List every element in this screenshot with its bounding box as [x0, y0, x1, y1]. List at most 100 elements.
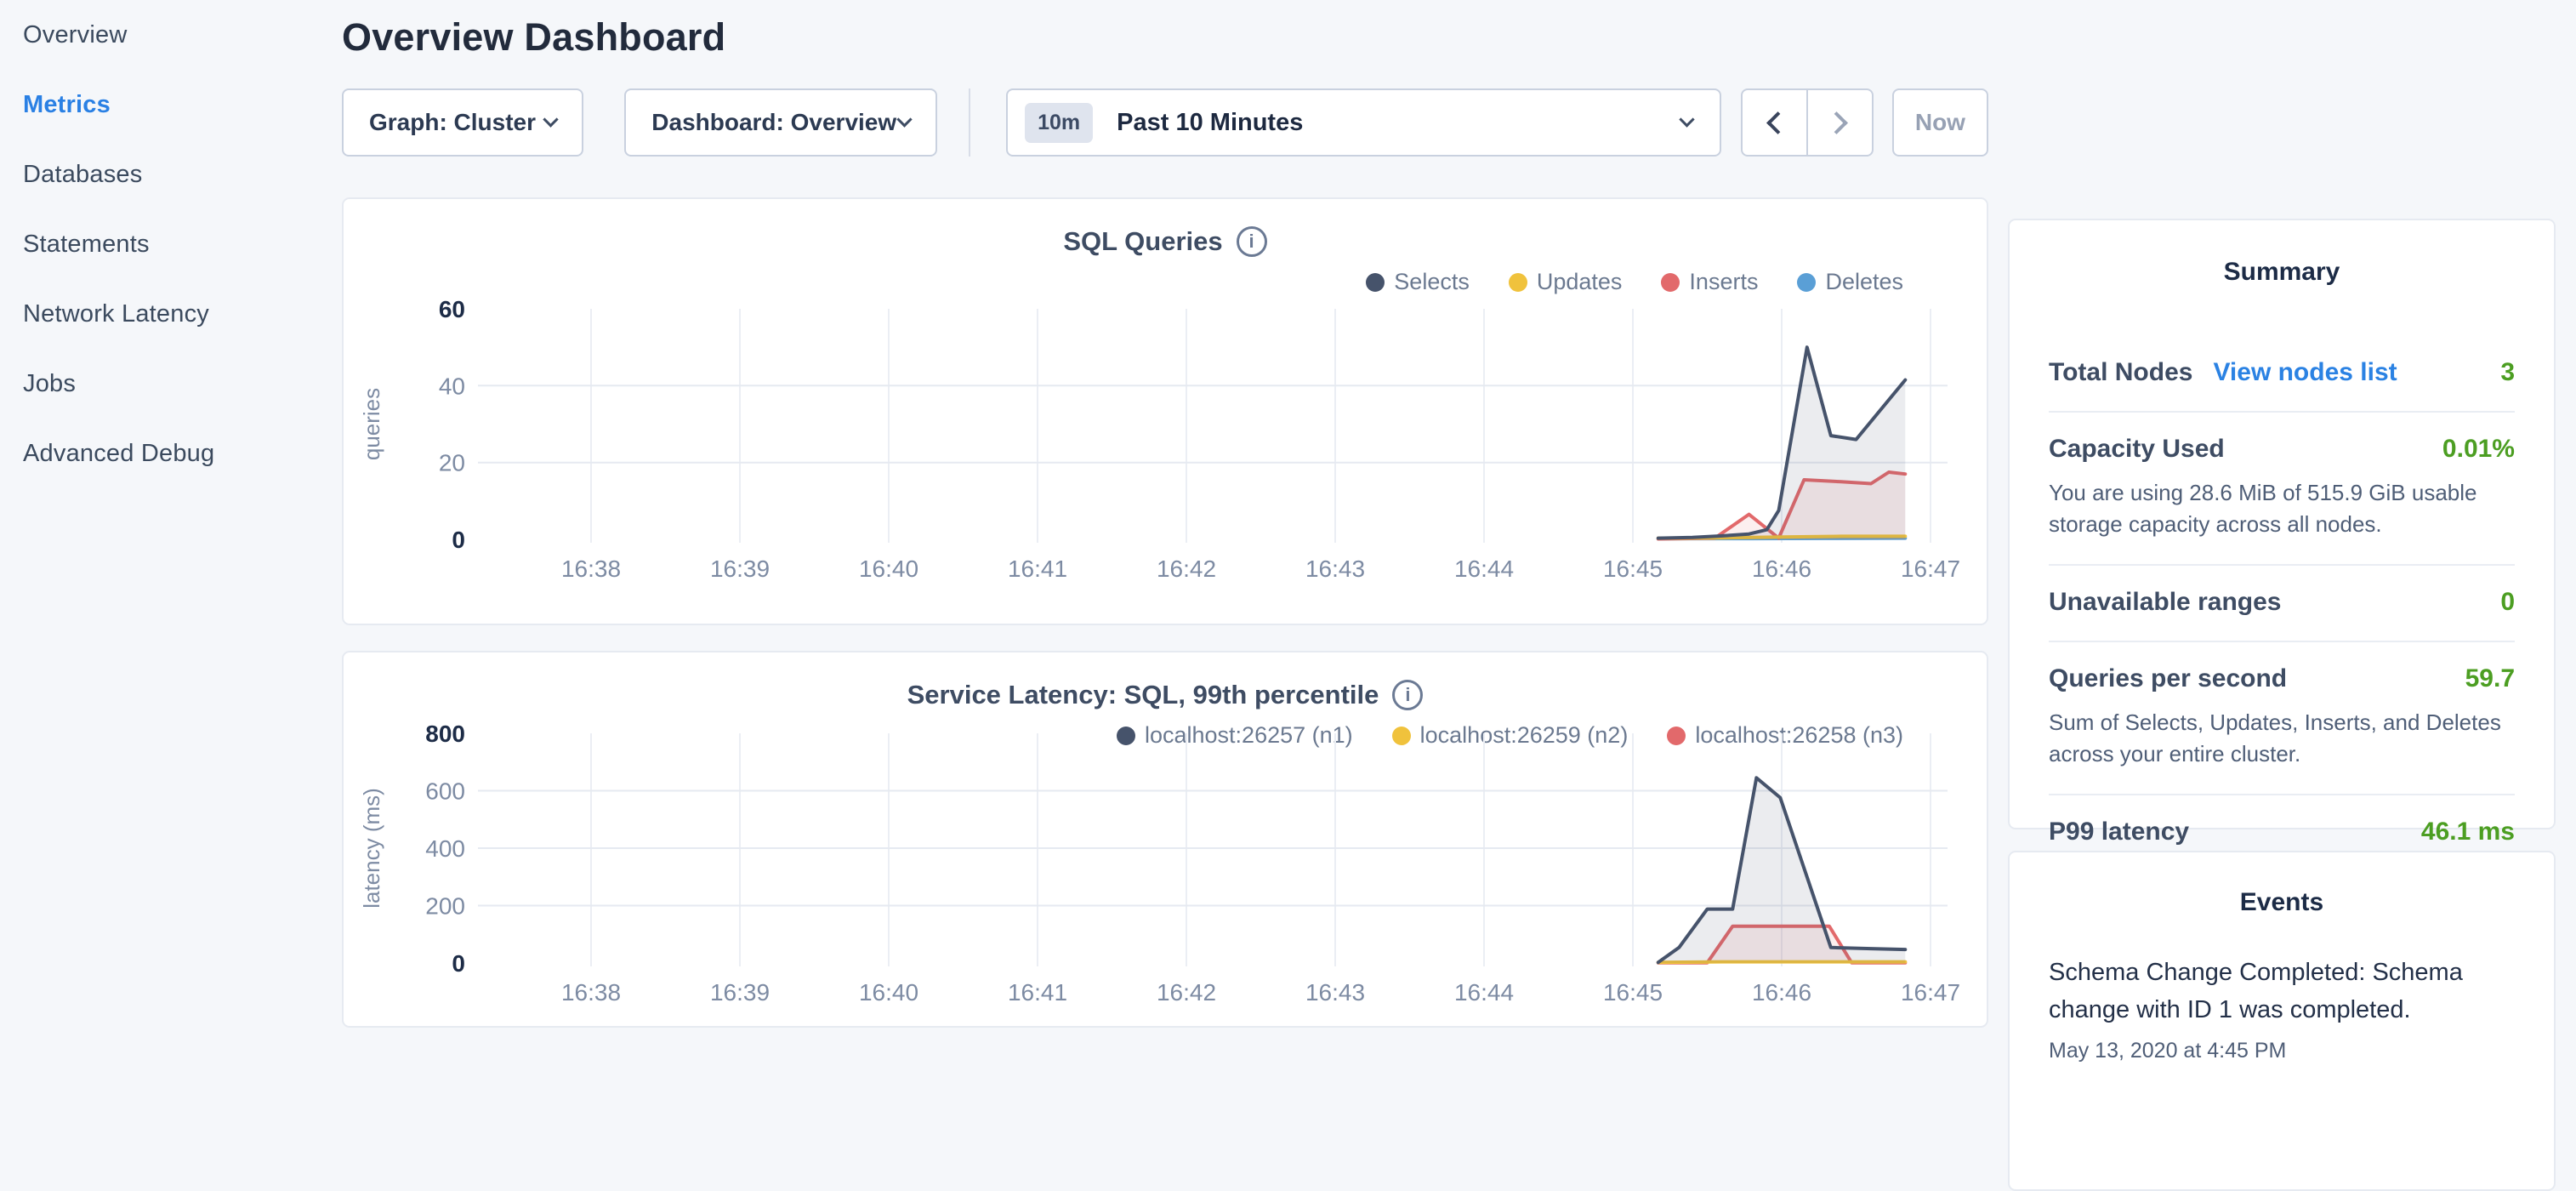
chart-title: SQL Queries [1063, 226, 1222, 257]
summary-row-head: Queries per second59.7 [2049, 664, 2515, 693]
sidebar-item-label: Metrics [23, 91, 111, 119]
summary-row-value: 0.01% [2442, 435, 2515, 464]
dashboard-dropdown-label: Dashboard: Overview [651, 109, 896, 136]
legend-item-updates[interactable]: Updates [1509, 269, 1623, 295]
summary-row-total-nodes: Total Nodes View nodes list 3 [2049, 336, 2515, 413]
svg-text:20: 20 [439, 450, 465, 476]
legend-label: Inserts [1689, 269, 1758, 295]
right-rail: Summary Total Nodes View nodes list 3 Capac… [2008, 0, 2556, 1051]
chart-plot-area: 020406016:3816:3916:4016:4116:4216:4316:… [344, 293, 1987, 629]
sidebar-item-label: Overview [23, 21, 127, 49]
svg-text:16:47: 16:47 [1901, 556, 1960, 582]
summary-row-label: Total Nodes [2049, 358, 2192, 387]
svg-text:16:41: 16:41 [1008, 556, 1067, 582]
svg-text:latency (ms): latency (ms) [359, 788, 384, 909]
events-panel-title: Events [2049, 888, 2515, 917]
service-latency-canvas: 020040060080016:3816:3916:4016:4116:4216… [344, 722, 1987, 1027]
summary-row-head: Capacity Used 0.01% [2049, 435, 2515, 464]
summary-rows: Total Nodes View nodes list 3 Capacity Used… [2049, 336, 2515, 870]
svg-text:16:43: 16:43 [1305, 556, 1365, 582]
time-range-badge: 10m [1025, 103, 1093, 143]
legend-dot-icon [1509, 273, 1527, 292]
info-icon[interactable] [1237, 226, 1267, 257]
chart-title: Service Latency: SQL, 99th percentile [907, 680, 1379, 710]
summary-row-head: Unavailable ranges 0 [2049, 588, 2515, 617]
time-step-buttons [1741, 88, 1874, 157]
svg-text:16:42: 16:42 [1157, 979, 1216, 1006]
svg-text:16:40: 16:40 [859, 979, 918, 1006]
svg-text:0: 0 [452, 527, 465, 553]
service-latency-chart-header: Service Latency: SQL, 99th percentile [344, 680, 1987, 710]
now-button[interactable]: Now [1892, 88, 1988, 157]
summary-row-head: Total Nodes View nodes list 3 [2049, 358, 2515, 387]
sidebar-item-advanced-debug[interactable]: Advanced Debug [23, 419, 342, 488]
legend-item-inserts[interactable]: Inserts [1661, 269, 1758, 295]
svg-text:600: 600 [425, 778, 465, 805]
svg-text:16:43: 16:43 [1305, 979, 1365, 1006]
view-nodes-list-link[interactable]: View nodes list [2213, 358, 2397, 387]
chevron-down-icon [1679, 111, 1694, 127]
info-icon[interactable] [1392, 680, 1423, 710]
time-step-forward-button[interactable] [1806, 88, 1874, 157]
legend-label: Deletes [1825, 269, 1903, 295]
chevron-down-icon [543, 111, 559, 127]
sidebar-item-label: Statements [23, 231, 150, 259]
sidebar: Overview Metrics Databases Statements Networ… [0, 0, 342, 1051]
summary-row-value: 3 [2500, 358, 2515, 387]
svg-text:16:45: 16:45 [1603, 556, 1663, 582]
chevron-down-icon [896, 111, 912, 127]
svg-text:16:46: 16:46 [1752, 556, 1811, 582]
summary-row-label: Unavailable ranges [2049, 588, 2281, 617]
summary-row-head: P99 latency46.1 ms [2049, 818, 2515, 846]
sidebar-item-statements[interactable]: Statements [23, 209, 342, 279]
event-message: Schema Change Completed: Schema change w… [2049, 955, 2515, 1029]
time-step-back-button[interactable] [1741, 88, 1808, 157]
graph-scope-dropdown[interactable]: Graph: Cluster [342, 88, 583, 157]
summary-row-label: P99 latency [2049, 818, 2189, 846]
svg-text:queries: queries [359, 388, 384, 460]
legend-label: Updates [1537, 269, 1623, 295]
time-range-label: Past 10 Minutes [1117, 109, 1303, 137]
legend-dot-icon [1366, 273, 1385, 292]
main-content: Overview Dashboard Graph: Cluster Dashbo… [342, 0, 1988, 1051]
controls-divider [969, 88, 970, 157]
sql-queries-chart-card: SQL Queries Selects Updates Inserts Deletes… [342, 197, 1988, 625]
svg-text:16:41: 16:41 [1008, 979, 1067, 1006]
service-latency-chart-card: Service Latency: SQL, 99th percentile lo… [342, 651, 1988, 1028]
svg-text:16:39: 16:39 [710, 979, 770, 1006]
chart-plot-area: 020040060080016:3816:3916:4016:4116:4216… [344, 722, 1987, 1031]
time-range-dropdown[interactable]: 10m Past 10 Minutes [1006, 88, 1721, 157]
events-panel: Events Schema Change Completed: Schema c… [2008, 851, 2556, 1191]
sidebar-item-overview[interactable]: Overview [23, 0, 342, 70]
chevron-right-icon [1825, 111, 1848, 134]
event-item[interactable]: Schema Change Completed: Schema change w… [2049, 955, 2515, 1063]
summary-row-label: Queries per second [2049, 664, 2287, 693]
sidebar-item-jobs[interactable]: Jobs [23, 349, 342, 419]
chart-legend: Selects Updates Inserts Deletes [1366, 269, 1903, 295]
sidebar-item-network-latency[interactable]: Network Latency [23, 279, 342, 349]
summary-row-description: Sum of Selects, Updates, Inserts, and De… [2049, 707, 2515, 770]
svg-text:800: 800 [425, 722, 465, 747]
summary-panel-title: Summary [2049, 258, 2515, 287]
page-title: Overview Dashboard [342, 15, 1988, 60]
svg-text:16:38: 16:38 [561, 979, 621, 1006]
summary-row-label: Capacity Used [2049, 435, 2225, 464]
svg-text:16:42: 16:42 [1157, 556, 1216, 582]
sidebar-item-metrics[interactable]: Metrics [23, 70, 342, 140]
controls-bar: Graph: Cluster Dashboard: Overview 10m P… [342, 88, 1988, 157]
svg-text:16:44: 16:44 [1454, 979, 1514, 1006]
legend-label: Selects [1394, 269, 1470, 295]
svg-text:16:45: 16:45 [1603, 979, 1663, 1006]
summary-row-description: You are using 28.6 MiB of 515.9 GiB usab… [2049, 477, 2515, 540]
svg-text:16:39: 16:39 [710, 556, 770, 582]
legend-dot-icon [1661, 273, 1680, 292]
legend-item-deletes[interactable]: Deletes [1797, 269, 1903, 295]
summary-row-value: 0 [2500, 588, 2515, 617]
sidebar-item-label: Network Latency [23, 300, 209, 328]
sidebar-item-label: Databases [23, 161, 142, 189]
dashboard-dropdown[interactable]: Dashboard: Overview [624, 88, 937, 157]
summary-row-queries-per-second: Queries per second59.7 Sum of Selects, Up… [2049, 642, 2515, 795]
event-list: Schema Change Completed: Schema change w… [2049, 955, 2515, 1063]
legend-item-selects[interactable]: Selects [1366, 269, 1470, 295]
sidebar-item-databases[interactable]: Databases [23, 140, 342, 209]
